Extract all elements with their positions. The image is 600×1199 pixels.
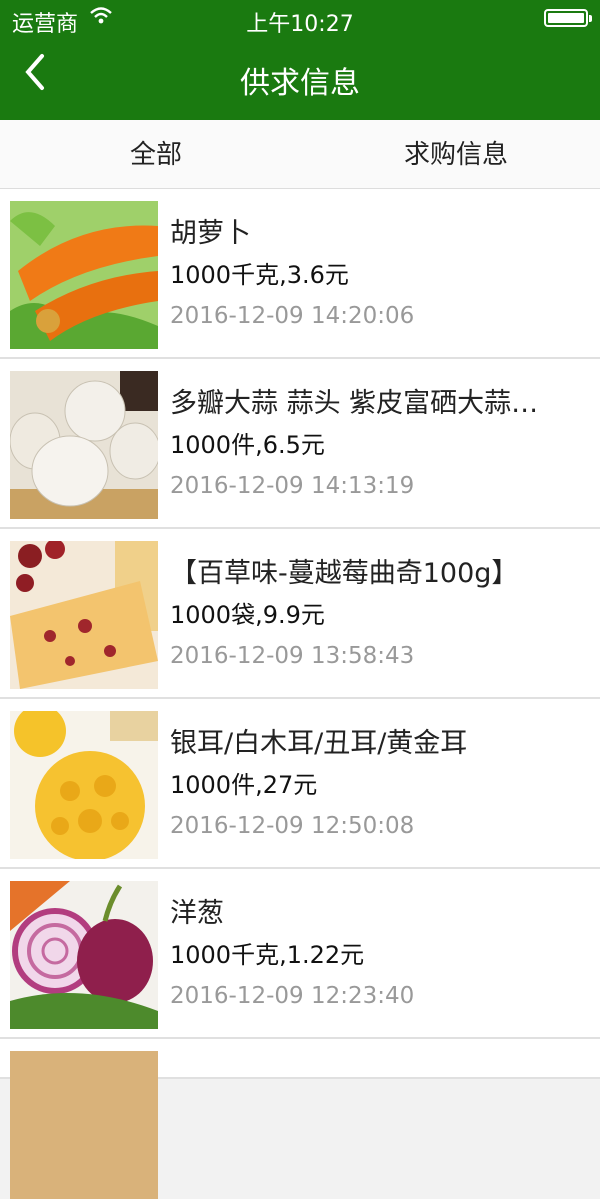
battery-icon (544, 9, 592, 27)
item-price: 1000件,6.5元 (170, 431, 325, 459)
list-item[interactable]: 胡萝卜 1000千克,3.6元 2016-12-09 14:20:06 (0, 189, 600, 359)
navigation-bar: 供求信息 (0, 40, 600, 120)
carrot-image (10, 201, 158, 349)
item-title: 【百草味-蔓越莓曲奇100g】 (170, 558, 519, 589)
onion-image (10, 881, 158, 1029)
item-date: 2016-12-09 14:13:19 (170, 473, 415, 499)
list-item[interactable]: 洋葱 1000千克,1.22元 2016-12-09 12:23:40 (0, 869, 600, 1039)
item-title: 胡萝卜 (170, 218, 251, 249)
item-title: 多瓣大蒜 蒜头 紫皮富硒大蒜… (170, 388, 539, 419)
item-title: 洋葱 (170, 898, 224, 929)
clock: 上午10:27 (246, 12, 354, 37)
item-date: 2016-12-09 12:23:40 (170, 983, 415, 1009)
list-item[interactable]: 【百草味-蔓越莓曲奇100g】 1000袋,9.9元 2016-12-09 13… (0, 529, 600, 699)
page-title: 供求信息 (240, 66, 360, 101)
fungus-image (10, 711, 158, 859)
item-date: 2016-12-09 12:50:08 (170, 813, 415, 839)
item-date: 2016-12-09 14:20:06 (170, 303, 415, 329)
status-bar: 运营商 上午10:27 (0, 0, 600, 40)
tab-all[interactable]: 全部 (6, 120, 306, 188)
garlic-image (10, 371, 158, 519)
tab-bar: 全部 求购信息 (0, 120, 600, 189)
item-price: 1000千克,1.22元 (170, 941, 365, 969)
item-price: 1000千克,3.6元 (170, 261, 349, 289)
item-price: 1000袋,9.9元 (170, 601, 325, 629)
item-title: 银耳/白木耳/丑耳/黄金耳 (170, 728, 468, 759)
list-item[interactable] (0, 1039, 600, 1199)
item-price: 1000件,27元 (170, 771, 318, 799)
tab-purchase-info[interactable]: 求购信息 (306, 120, 600, 188)
item-date: 2016-12-09 13:58:43 (170, 643, 415, 669)
cookie-image (10, 541, 158, 689)
list-item[interactable]: 多瓣大蒜 蒜头 紫皮富硒大蒜… 1000件,6.5元 2016-12-09 14… (0, 359, 600, 529)
supply-list: 胡萝卜 1000千克,3.6元 2016-12-09 14:20:06 多瓣大蒜… (0, 189, 600, 1199)
list-item[interactable]: 银耳/白木耳/丑耳/黄金耳 1000件,27元 2016-12-09 12:50… (0, 699, 600, 869)
item-image (10, 1051, 158, 1199)
